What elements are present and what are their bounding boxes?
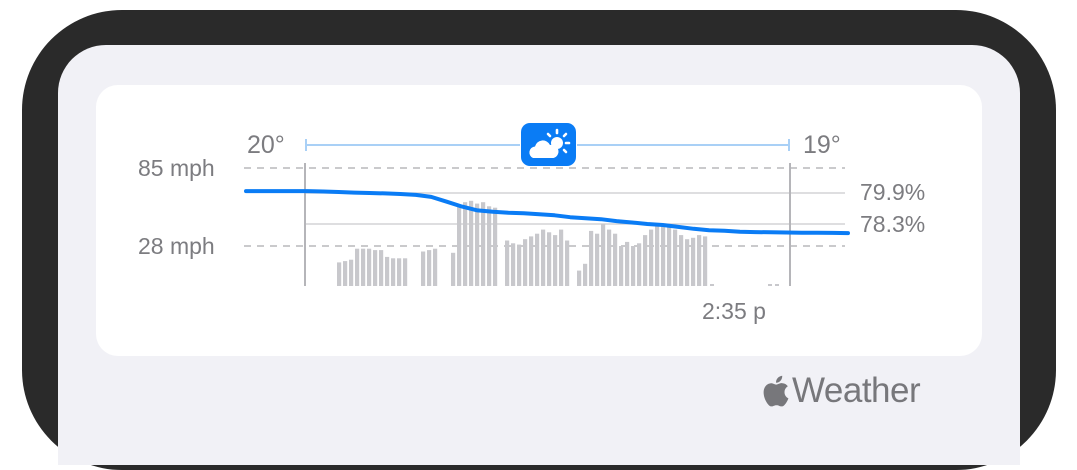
wind-bar: [361, 248, 366, 286]
wind-bar: [643, 235, 648, 286]
wind-bar-min: [710, 284, 714, 286]
wind-bar: [673, 229, 678, 286]
wind-bar: [583, 263, 588, 286]
wind-bar: [343, 261, 348, 286]
wind-bar: [433, 248, 438, 286]
wind-bar: [475, 203, 480, 286]
wind-bar: [403, 258, 408, 286]
wind-bar: [337, 262, 342, 286]
wind-bar: [631, 246, 636, 286]
wind-bar: [379, 250, 384, 286]
wind-bar: [505, 240, 510, 286]
wind-bar: [385, 256, 390, 286]
wind-bar: [667, 224, 672, 286]
wind-bar: [517, 244, 522, 286]
wind-bar: [637, 243, 642, 286]
wind-bar: [427, 250, 432, 286]
wind-bar: [541, 229, 546, 286]
humidity-low-label: 78.3%: [860, 211, 926, 237]
time-label: 2:35 p: [702, 298, 766, 324]
wind-low-label: 28 mph: [138, 233, 215, 259]
wind-bar: [649, 229, 654, 286]
wind-bar: [595, 233, 600, 286]
wind-bar: [373, 250, 378, 286]
wind-bar-min: [703, 284, 707, 286]
temperature-start: 20°: [247, 131, 285, 159]
wind-bar: [487, 206, 492, 286]
wind-bar: [565, 240, 570, 286]
wind-bar: [457, 206, 462, 286]
wind-bar: [655, 224, 660, 286]
wind-bar: [625, 241, 630, 286]
apple-logo-icon: [763, 375, 789, 406]
wind-bar: [397, 258, 402, 286]
wind-bars: [337, 200, 779, 286]
wind-bar: [355, 248, 360, 286]
wind-bar: [553, 235, 558, 286]
wind-bar: [619, 246, 624, 286]
wind-bar: [391, 258, 396, 286]
wind-bar: [481, 202, 486, 286]
wind-bar: [493, 207, 498, 286]
humidity-line: [244, 189, 850, 236]
apple-weather-branding: Weather: [760, 371, 921, 410]
wind-bar: [367, 248, 372, 286]
wind-bar: [589, 230, 594, 286]
wind-bar: [703, 236, 708, 286]
brand-name: Weather: [792, 371, 921, 410]
wind-bar: [547, 232, 552, 286]
wind-bar: [349, 259, 354, 286]
wind-bar: [529, 236, 534, 286]
partly-cloudy-sun-icon[interactable]: [521, 123, 576, 166]
wind-bar: [577, 270, 582, 286]
wind-bar: [685, 239, 690, 286]
wind-bar: [451, 252, 456, 286]
wind-bar: [559, 229, 564, 286]
wind-bar: [601, 224, 606, 286]
wind-bar: [535, 233, 540, 286]
wind-bar: [523, 239, 528, 286]
wind-bar: [691, 237, 696, 286]
wind-bar: [697, 235, 702, 286]
wind-bar: [511, 243, 516, 286]
wind-bar: [613, 233, 618, 286]
temperature-end: 19°: [803, 131, 841, 159]
wind-bar-min: [775, 284, 779, 286]
wind-bar: [679, 235, 684, 286]
wind-bar: [469, 200, 474, 286]
wind-bar: [607, 229, 612, 286]
wind-bar: [421, 251, 426, 286]
wind-bar: [463, 202, 468, 286]
humidity-high-label: 79.9%: [860, 179, 926, 205]
wind-high-label: 85 mph: [138, 155, 215, 181]
wind-bar: [661, 225, 666, 286]
wind-bar-min: [768, 284, 772, 286]
